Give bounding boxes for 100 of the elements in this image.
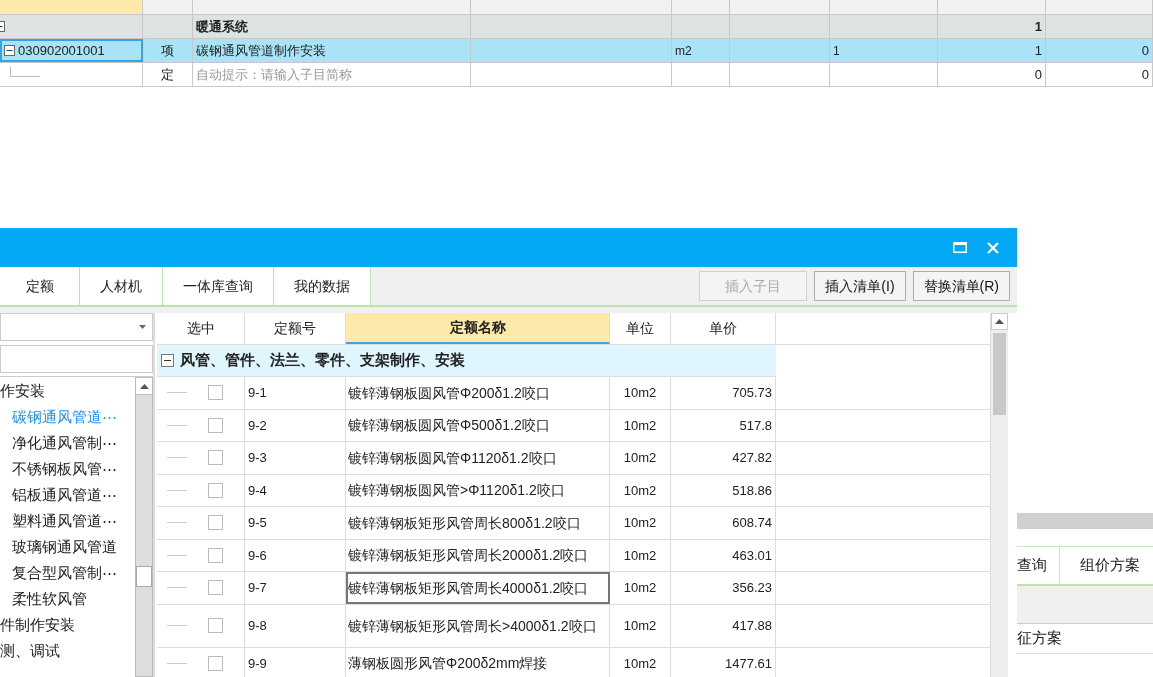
table-cell-text: 10m2 [623, 616, 657, 635]
column-header[interactable]: 单位 [610, 313, 671, 344]
tree-item[interactable]: 不锈钢板风管⋯ [0, 456, 135, 482]
table-cell-text: 9-3 [248, 449, 267, 467]
table-cell-text: 030902001001 [18, 41, 105, 60]
table-row[interactable]: 定 自动提示：请输入子目简称 0 0 [0, 63, 1153, 87]
table-row[interactable]: 暖通系统 1 [0, 15, 1153, 39]
checkbox[interactable] [208, 482, 223, 498]
table-cell-text: 10m2 [623, 416, 657, 435]
close-icon[interactable] [987, 241, 999, 254]
table-cell: 镀锌薄钢板矩形风管周长>4000δ1.2咬口 [348, 617, 597, 634]
table-cell-text: 暖通系统 [196, 17, 248, 36]
table-cell: 镀锌薄钢板圆风管Φ200δ1.2咬口 [348, 384, 550, 401]
column-header[interactable]: 单价 [671, 313, 776, 344]
checkbox[interactable] [208, 580, 223, 596]
table-cell-text: 9-7 [248, 579, 267, 597]
table-cell: 薄钢板圆形风管Φ200δ2mm焊接 [348, 655, 548, 672]
table-cell-text: 9-5 [248, 514, 267, 532]
table-cell-text: 1 [1034, 17, 1042, 36]
search-field[interactable] [0, 345, 153, 373]
table-cell-text: 9-4 [248, 481, 267, 500]
dropdown-field[interactable] [0, 313, 153, 341]
column-header[interactable]: 定额名称 [346, 313, 610, 344]
table-cell-text: 9-2 [248, 416, 267, 435]
table-cell-text: 0 [1141, 65, 1149, 84]
scrollbar[interactable] [135, 377, 153, 677]
table-cell-text: 1 [833, 42, 840, 60]
table-cell-text: 0 [1034, 65, 1042, 84]
tab[interactable]: 人材机 [80, 267, 163, 305]
table-cell-text: 定 [161, 65, 174, 84]
tree-line [167, 424, 187, 426]
table-cell-text: m2 [675, 42, 692, 60]
caret-icon [139, 325, 146, 329]
checkbox[interactable] [208, 417, 223, 433]
tree-item[interactable]: 铝板通风管道⋯ [0, 482, 135, 508]
scroll-up-icon[interactable] [995, 319, 1004, 324]
tree-item[interactable]: 作安装 [0, 378, 135, 404]
table-cell-text: 608.74 [732, 514, 772, 532]
table-cell-text: 417.88 [732, 616, 772, 635]
checkbox[interactable] [208, 547, 223, 563]
table-cell-text: 10m2 [623, 384, 657, 402]
table-cell: 镀锌薄钢板圆风管Φ500δ1.2咬口 [348, 417, 550, 434]
tree-line [167, 457, 187, 459]
tab[interactable]: 一体库查询 [163, 267, 274, 305]
collapse-icon[interactable] [161, 354, 174, 367]
table-cell-text: 10m2 [623, 654, 657, 673]
toolbar-button[interactable]: 插入清单(I) [814, 271, 906, 301]
row-label: 征方案 [1017, 628, 1062, 649]
table-cell-text: 427.82 [732, 449, 772, 467]
table-cell-text: 1 [1034, 41, 1042, 60]
table-cell-text: 463.01 [732, 546, 772, 565]
tree-line [167, 625, 187, 626]
tree-item[interactable]: 测、调试 [0, 638, 135, 664]
table-cell-text: 10m2 [623, 449, 657, 467]
table-cell: 镀锌薄钢板矩形风管周长800δ1.2咬口 [348, 514, 581, 531]
checkbox[interactable] [208, 655, 223, 671]
table-cell-text: 0 [1141, 41, 1149, 60]
tree-item[interactable]: 塑料通风管道⋯ [0, 508, 135, 534]
table-cell-text: 1477.61 [725, 654, 772, 673]
table-cell-text: 10m2 [623, 546, 657, 565]
maximize-icon[interactable] [953, 242, 967, 253]
scroll-thumb[interactable] [993, 333, 1006, 415]
tab[interactable]: 定额 [0, 267, 80, 305]
tree-line [167, 554, 187, 556]
table-cell: 镀锌薄钢板圆风管>Φ1120δ1.2咬口 [348, 482, 565, 499]
table-cell: 镀锌薄钢板圆风管Φ1120δ1.2咬口 [348, 449, 557, 466]
toolbar-button[interactable]: 替换清单(R) [912, 271, 1010, 301]
table-cell-text: 项 [161, 41, 174, 60]
checkbox[interactable] [208, 450, 223, 466]
table-cell-text: 705.73 [732, 384, 772, 402]
table-cell-text: 518.86 [732, 481, 772, 500]
tree-line [167, 662, 187, 664]
checkbox[interactable] [208, 618, 223, 633]
tree-item[interactable]: 复合型风管制⋯ [0, 560, 135, 586]
scrollbar[interactable] [990, 313, 1008, 677]
tree-line [167, 587, 187, 589]
tree-item[interactable]: 柔性软风管 [0, 586, 135, 612]
tab[interactable]: 组价方案 [1060, 547, 1153, 584]
table-cell: 镀锌薄钢板矩形风管周长2000δ1.2咬口 [348, 547, 589, 564]
tab[interactable]: 我的数据 [274, 267, 371, 305]
column-header[interactable]: 选中 [157, 313, 245, 344]
table-cell-text: 517.8 [739, 416, 772, 435]
table-cell-text: 9-1 [248, 384, 267, 402]
splitter-bar[interactable] [1017, 513, 1153, 529]
tree-item[interactable]: 件制作安装 [0, 612, 135, 638]
scroll-up-icon[interactable] [139, 383, 149, 389]
table-cell-text: 自动提示：请输入子目简称 [196, 65, 352, 84]
scroll-thumb[interactable] [136, 566, 152, 587]
checkbox[interactable] [208, 515, 223, 531]
collapse-icon[interactable] [4, 45, 15, 56]
tree-item[interactable]: 净化通风管制⋯ [0, 430, 135, 456]
table-cell-text: 10m2 [623, 481, 657, 500]
tree-line [10, 66, 40, 77]
tree-line [167, 522, 187, 524]
table-row[interactable]: 030902001001 项 碳钢通风管道制作安装 m2 1 1 0 [0, 39, 1153, 63]
table-cell-text: 碳钢通风管道制作安装 [196, 41, 326, 60]
tree-item[interactable]: 玻璃钢通风管道 [0, 534, 135, 560]
table-cell: 镀锌薄钢板矩形风管周长4000δ1.2咬口 [348, 579, 589, 596]
checkbox[interactable] [208, 385, 223, 401]
column-header[interactable] [0, 0, 143, 14]
